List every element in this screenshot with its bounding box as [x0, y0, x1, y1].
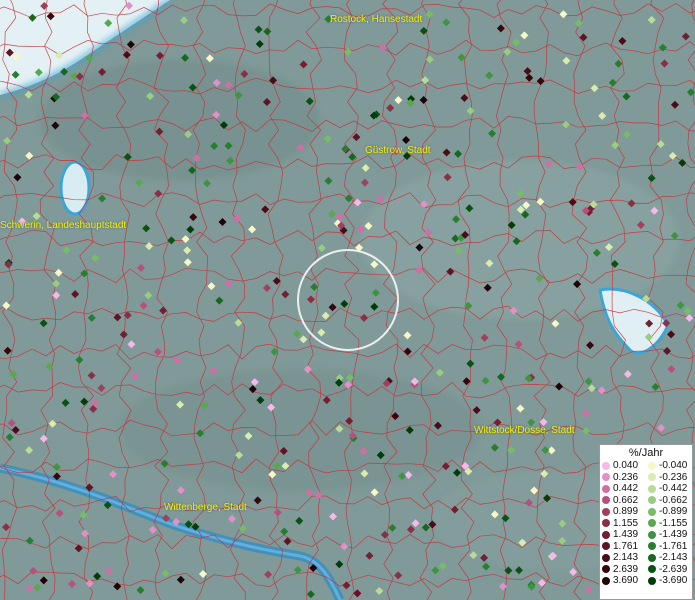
- legend-value: -0.899: [659, 506, 688, 518]
- legend-row: 1.439 -1.439: [600, 529, 692, 541]
- legend-entry-negative: -1.155: [646, 518, 692, 529]
- legend-value: 0.442: [613, 483, 639, 495]
- legend-swatch: [648, 542, 656, 551]
- legend-swatch: [602, 565, 610, 574]
- legend-entry-negative: -1.761: [646, 541, 692, 552]
- legend-entry-negative: -3.690: [646, 575, 692, 586]
- legend-swatch: [602, 530, 610, 539]
- place-label-schwerin[interactable]: Schwerin, Landeshauptstadt: [0, 220, 126, 231]
- legend-entry-positive: 0.442: [600, 483, 646, 494]
- legend-swatch: [602, 542, 610, 551]
- legend-row: 0.662 -0.662: [600, 495, 692, 507]
- place-label-wittstock[interactable]: Wittstock/Dosse, Stadt: [474, 425, 575, 436]
- legend-entry-positive: 1.155: [600, 518, 646, 529]
- legend-value: 2.639: [613, 563, 639, 575]
- legend-value: -1.439: [659, 529, 688, 541]
- legend-value: -3.690: [659, 575, 688, 587]
- legend-swatch: [602, 496, 610, 505]
- legend-swatch: [648, 519, 656, 528]
- legend-entry-positive: 1.761: [600, 541, 646, 552]
- legend-row: 0.899 -0.899: [600, 506, 692, 518]
- legend-entry-negative: -0.662: [646, 495, 692, 506]
- legend-swatch: [602, 507, 610, 516]
- legend-swatch: [602, 519, 610, 528]
- legend-entry-positive: 2.639: [600, 564, 646, 575]
- legend-row: 0.442 -0.442: [600, 483, 692, 495]
- legend-swatch: [602, 484, 610, 493]
- legend-entry-positive: 1.439: [600, 529, 646, 540]
- legend-swatch: [648, 473, 656, 482]
- legend-entry-positive: 0.899: [600, 506, 646, 517]
- legend-value: -1.761: [659, 540, 688, 552]
- legend-row: 1.761 -1.761: [600, 541, 692, 553]
- legend-entry-positive: 0.040: [600, 460, 646, 471]
- legend-row: 1.155 -1.155: [600, 518, 692, 530]
- legend-swatch: [602, 473, 610, 482]
- map-canvas[interactable]: [0, 0, 695, 600]
- schwerin-lake: [59, 160, 91, 216]
- legend-value: 1.439: [613, 529, 639, 541]
- place-label-guestrow[interactable]: Güstrow, Stadt: [365, 145, 431, 156]
- legend-title: %/Jahr: [628, 447, 664, 459]
- legend-entry-positive: 3.690: [600, 575, 646, 586]
- legend-value: 2.143: [613, 552, 639, 564]
- legend-row: 2.143 -2.143: [600, 552, 692, 564]
- legend-value: -0.442: [659, 483, 688, 495]
- place-label-wittenberge[interactable]: Wittenberge, Stadt: [164, 502, 247, 513]
- legend-rows: 0.040 -0.040 0.236 -0.236 0.442 -0.442 0.662 -0…: [600, 460, 692, 587]
- legend-value: -1.155: [659, 517, 688, 529]
- legend-value: -2.143: [659, 552, 688, 564]
- legend-swatch: [648, 553, 656, 562]
- legend-swatch: [648, 461, 656, 470]
- legend-row: 3.690 -3.690: [600, 575, 692, 587]
- legend-value: 0.236: [613, 471, 639, 483]
- legend-row: 2.639 -2.639: [600, 564, 692, 576]
- legend-value: 0.662: [613, 494, 639, 506]
- legend-entry-negative: -1.439: [646, 529, 692, 540]
- legend-swatch: [602, 553, 610, 562]
- legend-row: 0.040 -0.040: [600, 460, 692, 472]
- legend-value: 3.690: [613, 575, 639, 587]
- legend-value: -0.040: [659, 460, 688, 472]
- legend-entry-negative: -0.899: [646, 506, 692, 517]
- legend-value: 1.761: [613, 540, 639, 552]
- legend-entry-negative: -0.040: [646, 460, 692, 471]
- legend-swatch: [648, 576, 656, 585]
- legend-swatch: [648, 530, 656, 539]
- legend-row: 0.236 -0.236: [600, 472, 692, 484]
- legend: %/Jahr 0.040 -0.040 0.236 -0.236 0.442 -0.442…: [599, 444, 693, 600]
- legend-swatch: [648, 496, 656, 505]
- legend-swatch: [648, 565, 656, 574]
- legend-value: -0.236: [659, 471, 688, 483]
- legend-entry-positive: 2.143: [600, 552, 646, 563]
- place-label-rostock[interactable]: Rostock, Hansestadt: [330, 14, 422, 25]
- legend-entry-negative: -0.442: [646, 483, 692, 494]
- legend-entry-positive: 0.662: [600, 495, 646, 506]
- legend-entry-positive: 0.236: [600, 472, 646, 483]
- legend-swatch: [602, 461, 610, 470]
- legend-value: -2.639: [659, 563, 688, 575]
- legend-value: 0.040: [613, 460, 639, 472]
- legend-swatch: [602, 576, 610, 585]
- legend-entry-negative: -2.143: [646, 552, 692, 563]
- legend-entry-negative: -0.236: [646, 472, 692, 483]
- legend-swatch: [648, 484, 656, 493]
- legend-swatch: [648, 507, 656, 516]
- legend-value: 0.899: [613, 506, 639, 518]
- legend-entry-negative: -2.639: [646, 564, 692, 575]
- legend-value: 1.155: [613, 517, 639, 529]
- legend-value: -0.662: [659, 494, 688, 506]
